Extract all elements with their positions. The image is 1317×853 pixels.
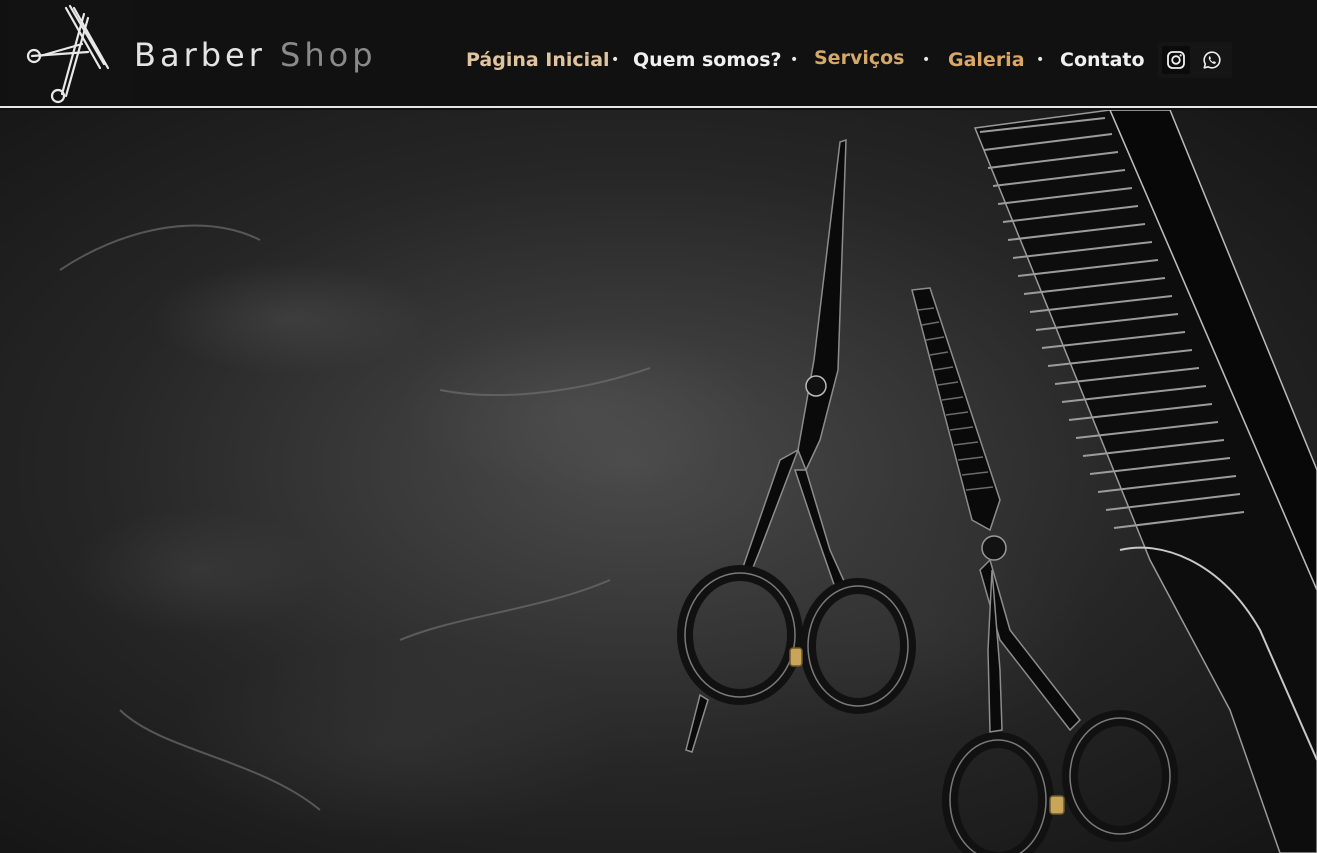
- nav-separator: •: [1036, 52, 1045, 68]
- hero-image: [0, 110, 1317, 853]
- nav-item-quem-somos[interactable]: Quem somos?: [633, 44, 782, 76]
- social-bar: [1158, 42, 1232, 78]
- nav-item-contato[interactable]: Contato: [1060, 44, 1145, 76]
- nav-separator: •: [611, 52, 620, 68]
- instagram-icon: [1167, 51, 1185, 69]
- nav-item-servicos[interactable]: Serviços: [814, 42, 904, 74]
- nav-separator: •: [790, 52, 799, 68]
- whatsapp-button[interactable]: [1198, 46, 1226, 74]
- brand-title: Barber Shop: [134, 36, 377, 74]
- nav-separator: •: [922, 52, 931, 68]
- nav-item-pagina-inicial[interactable]: Página Inicial: [466, 44, 610, 76]
- logo[interactable]: [8, 0, 132, 106]
- scissors-logo-icon: [26, 4, 110, 104]
- brand-word-2: Shop: [280, 36, 377, 74]
- instagram-button[interactable]: [1162, 46, 1190, 74]
- nav-item-galeria[interactable]: Galeria: [948, 44, 1025, 76]
- brand-word-1: Barber: [134, 36, 266, 74]
- barber-tools-image: [59, 110, 1317, 853]
- site-header: Barber Shop Página Inicial • Quem somos?…: [0, 0, 1317, 108]
- scissors-icon: [677, 138, 916, 753]
- whatsapp-icon: [1203, 51, 1221, 69]
